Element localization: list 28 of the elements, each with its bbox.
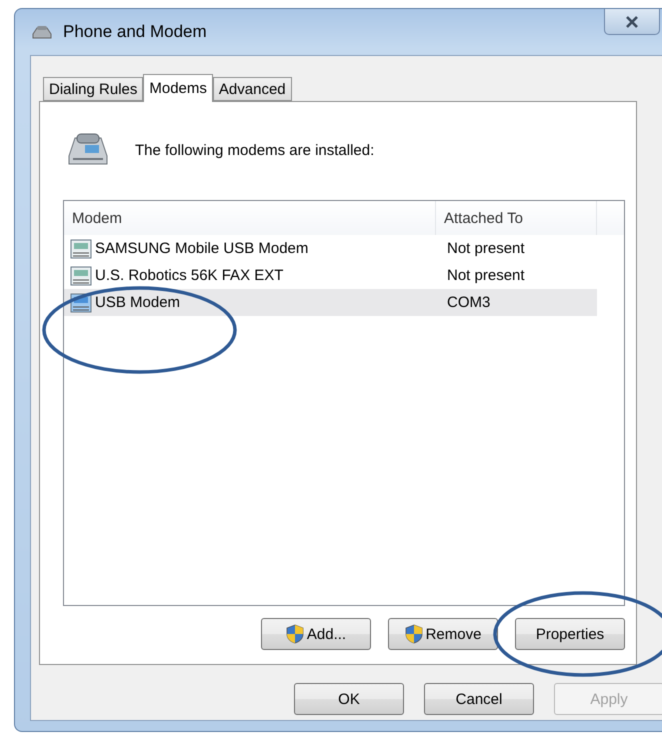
modem-row[interactable]: U.S. Robotics 56K FAX EXT Not present <box>64 262 597 289</box>
modem-icon <box>70 238 92 258</box>
modem-row[interactable]: USB Modem COM3 <box>64 289 597 316</box>
panel-button[interactable]: Add... <box>261 618 371 650</box>
modem-icon <box>70 266 92 286</box>
modem-name: U.S. Robotics 56K FAX EXT <box>95 267 284 284</box>
shield-icon <box>286 624 304 644</box>
modem-name: SAMSUNG Mobile USB Modem <box>95 240 308 257</box>
panel-button[interactable]: Properties <box>515 618 625 650</box>
column-header[interactable]: Attached To <box>436 201 597 235</box>
intro-text: The following modems are installed: <box>135 142 374 158</box>
shield-icon <box>404 624 423 644</box>
column-header[interactable]: Modem <box>64 201 436 235</box>
close-button[interactable] <box>604 9 660 35</box>
phone-icon <box>31 24 53 40</box>
attached-port: Not present <box>446 267 525 284</box>
tab[interactable]: Advanced <box>212 77 292 101</box>
window-title: Phone and Modem <box>63 22 207 42</box>
attached-port: COM3 <box>446 294 490 311</box>
dialog-button[interactable]: OK <box>294 683 404 715</box>
panel-button[interactable]: Remove <box>388 618 498 650</box>
tab[interactable]: Dialing Rules <box>43 77 144 101</box>
modem-row[interactable]: SAMSUNG Mobile USB Modem Not present <box>64 235 597 262</box>
modem-name: USB Modem <box>95 294 180 311</box>
attached-port: Not present <box>446 240 525 257</box>
tab[interactable]: Modems <box>143 74 213 102</box>
close-icon <box>625 16 639 28</box>
dialog-button[interactable]: Cancel <box>424 683 534 715</box>
